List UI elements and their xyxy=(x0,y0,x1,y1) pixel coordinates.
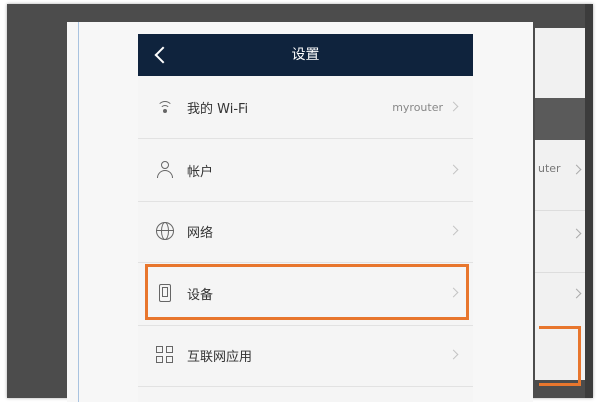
app-header: 设置 xyxy=(138,34,473,76)
settings-item-label: 我的 Wi-Fi xyxy=(187,101,249,117)
background-chevron-icon xyxy=(571,164,582,175)
settings-item-wifi[interactable]: 我的 Wi-Fi myrouter xyxy=(138,76,473,138)
background-app-panel: uter xyxy=(535,28,585,386)
divider xyxy=(138,386,473,387)
chevron-right-icon xyxy=(448,101,459,112)
chevron-right-icon xyxy=(448,225,459,236)
background-chevron-icon xyxy=(571,288,582,299)
globe-icon xyxy=(155,221,175,241)
paper-margin-line xyxy=(78,22,79,402)
settings-item-internet-apps[interactable]: 互联网应用 xyxy=(138,324,473,386)
back-arrow-icon[interactable] xyxy=(152,46,174,66)
phone-screen: 设置 我的 Wi-Fi myrouter 帐户 网络 设备 互联网应用 xyxy=(138,34,473,402)
settings-item-account[interactable]: 帐户 xyxy=(138,139,473,201)
background-divider xyxy=(535,272,585,273)
apps-grid-icon xyxy=(155,345,175,365)
device-highlight-box xyxy=(145,264,469,320)
settings-item-label: 互联网应用 xyxy=(187,349,253,365)
settings-item-network[interactable]: 网络 xyxy=(138,200,473,262)
settings-item-label: 网络 xyxy=(187,225,214,241)
chevron-right-icon xyxy=(448,349,459,360)
background-router-text: uter xyxy=(538,162,561,175)
wifi-name-value: myrouter xyxy=(392,100,443,114)
background-divider xyxy=(535,210,585,211)
settings-item-label: 帐户 xyxy=(187,164,214,180)
frame-edge xyxy=(585,4,593,398)
background-chevron-icon xyxy=(571,228,582,239)
wifi-icon xyxy=(155,97,175,117)
background-highlight-box xyxy=(539,326,581,386)
user-icon xyxy=(155,160,175,180)
background-header-band xyxy=(535,98,585,140)
page-title: 设置 xyxy=(291,47,320,63)
chevron-right-icon xyxy=(448,164,459,175)
